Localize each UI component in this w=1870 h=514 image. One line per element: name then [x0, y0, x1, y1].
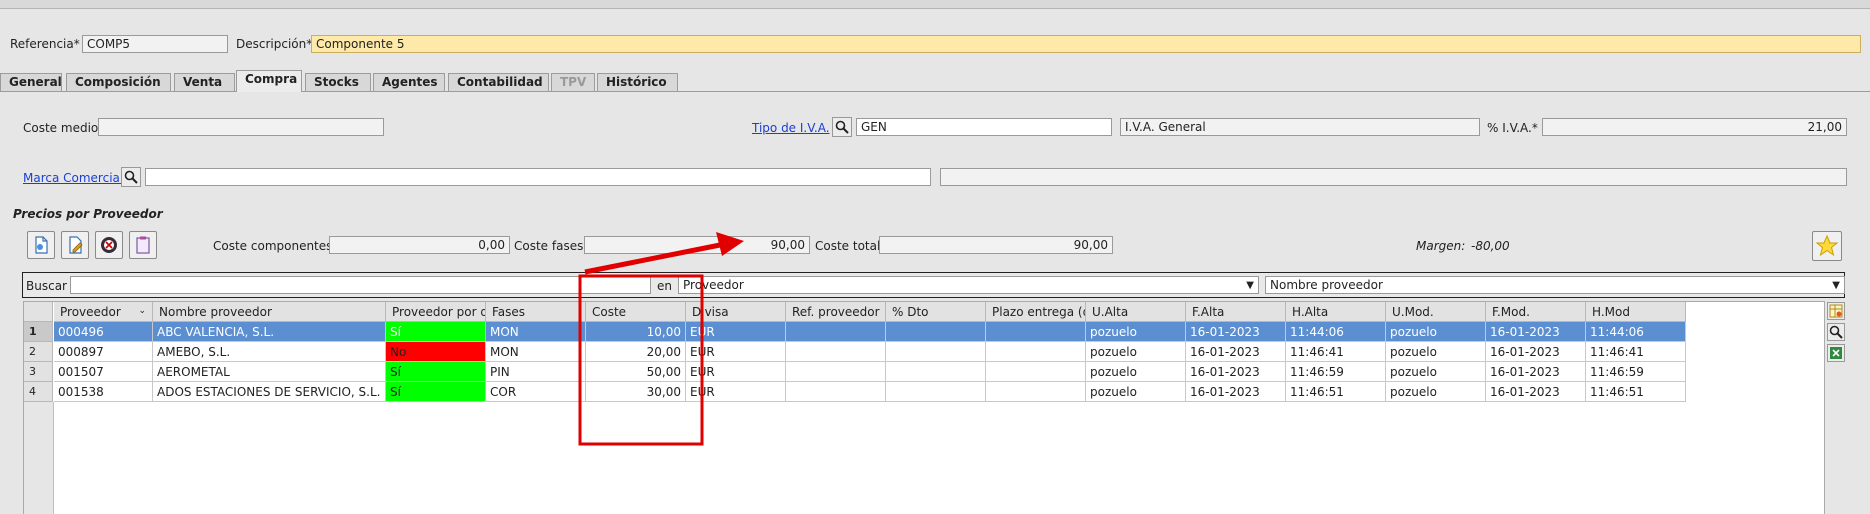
annotation-arrow-shaft: [584, 242, 721, 275]
annotation-overlay: [578, 232, 744, 446]
annotation-box: [578, 274, 704, 446]
annotation-arrow-head: [716, 232, 744, 256]
